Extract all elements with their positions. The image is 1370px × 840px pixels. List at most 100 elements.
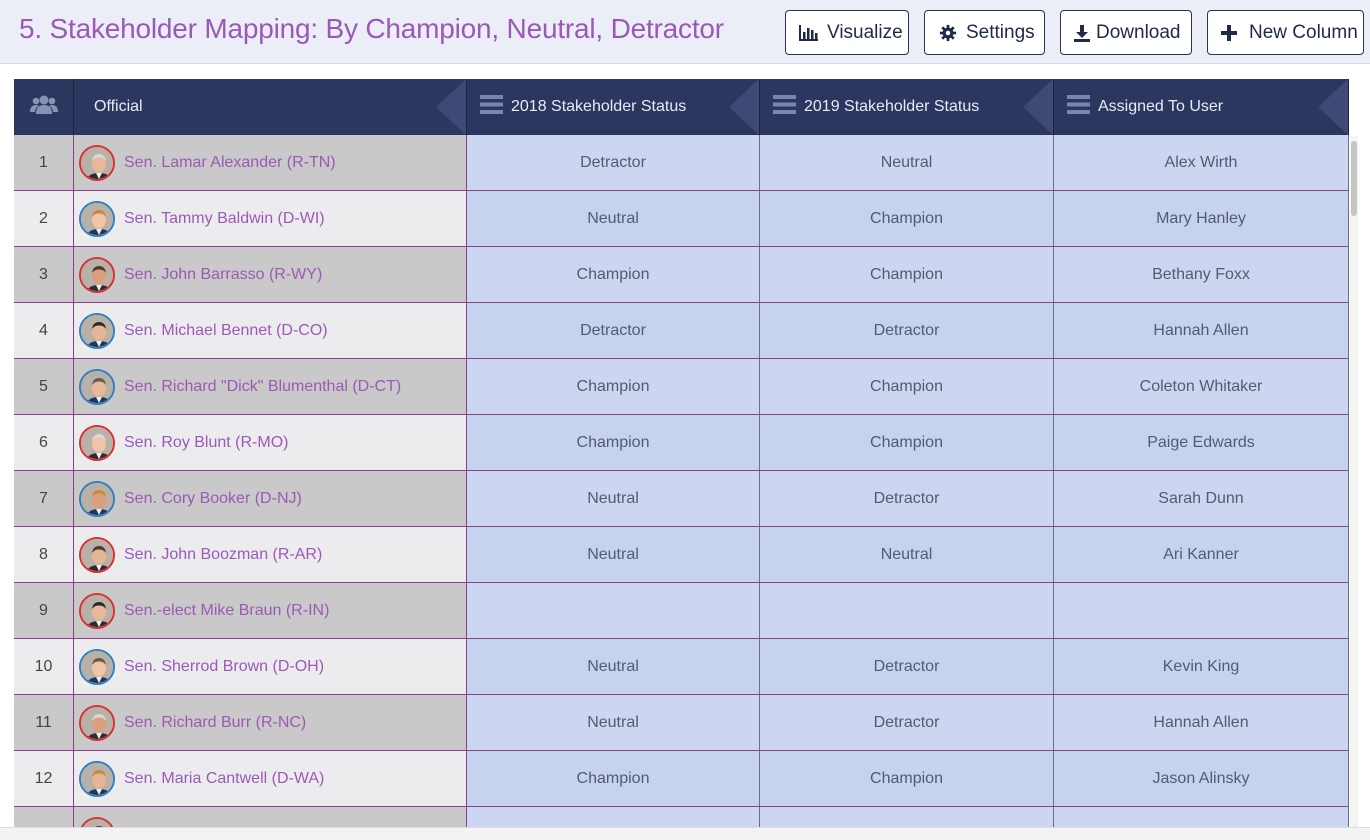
status-2018-cell[interactable]: Neutral xyxy=(467,639,760,694)
status-2019-cell[interactable]: Champion xyxy=(760,751,1054,806)
header-official-label: Official xyxy=(94,98,143,115)
official-cell[interactable]: Sen. John Barrasso (R-WY) xyxy=(74,247,467,302)
table-row[interactable]: 7 Sen. Cory Booker (D-NJ) Neutral Detractor… xyxy=(14,471,1349,527)
status-2018-cell[interactable]: Champion xyxy=(467,415,760,470)
header-2018-status[interactable]: 2018 Stakeholder Status xyxy=(467,79,760,135)
status-2019-cell[interactable]: Champion xyxy=(760,247,1054,302)
status-2019-cell[interactable]: Detractor xyxy=(760,471,1054,526)
table-row[interactable]: 4 Sen. Michael Bennet (D-CO) Detractor Detr… xyxy=(14,303,1349,359)
table-row[interactable]: 6 Sen. Roy Blunt (R-MO) Champion Champion Pa… xyxy=(14,415,1349,471)
status-2018-cell[interactable] xyxy=(467,807,760,827)
official-avatar xyxy=(79,200,115,237)
official-cell[interactable]: Sen. Richard "Dick" Blumenthal (D-CT) xyxy=(74,359,467,414)
official-cell[interactable]: Sen. Sherrod Brown (D-OH) xyxy=(74,639,467,694)
row-number: 9 xyxy=(14,583,74,638)
settings-label: Settings xyxy=(966,21,1035,43)
assigned-user-cell[interactable]: Jason Alinsky xyxy=(1054,751,1349,806)
official-name-link[interactable]: Sen. Roy Blunt (R-MO) xyxy=(124,434,288,452)
column-resize-handle[interactable] xyxy=(1023,79,1053,135)
status-2019-cell[interactable]: Detractor xyxy=(760,303,1054,358)
official-name-link[interactable]: Sen. John Barrasso (R-WY) xyxy=(124,266,322,284)
table-row[interactable]: 2 Sen. Tammy Baldwin (D-WI) Neutral Champio… xyxy=(14,191,1349,247)
assigned-user-cell[interactable]: Kevin King xyxy=(1054,639,1349,694)
assigned-user-cell[interactable]: Paige Edwards xyxy=(1054,415,1349,470)
new-column-button[interactable]: New Column xyxy=(1207,10,1364,55)
official-name-link[interactable]: Sen. Richard Burr (R-NC) xyxy=(124,714,306,732)
official-cell[interactable]: Sen. John Boozman (R-AR) xyxy=(74,527,467,582)
status-2019-cell[interactable]: Champion xyxy=(760,415,1054,470)
assigned-user-cell[interactable]: Alex Wirth xyxy=(1054,135,1349,190)
official-cell[interactable]: Sen.-elect Mike Braun (R-IN) xyxy=(74,583,467,638)
official-avatar xyxy=(79,536,115,573)
status-2018-cell[interactable]: Detractor xyxy=(467,303,760,358)
status-2019-cell[interactable]: Champion xyxy=(760,191,1054,246)
official-cell[interactable]: Sen. Michael Bennet (D-CO) xyxy=(74,303,467,358)
column-menu-icon[interactable] xyxy=(773,95,796,119)
official-name-link[interactable]: Sen. John Boozman (R-AR) xyxy=(124,546,322,564)
official-name-link[interactable]: Sen. Lamar Alexander (R-TN) xyxy=(124,154,336,172)
status-2018-cell[interactable]: Neutral xyxy=(467,527,760,582)
official-cell[interactable]: Sen. Cory Booker (D-NJ) xyxy=(74,471,467,526)
visualize-button[interactable]: Visualize xyxy=(785,10,909,55)
status-2018-cell[interactable]: Neutral xyxy=(467,471,760,526)
status-2019-cell[interactable] xyxy=(760,583,1054,638)
official-name-link[interactable]: Sen. Sherrod Brown (D-OH) xyxy=(124,658,324,676)
table-row[interactable]: 3 Sen. John Barrasso (R-WY) Champion Champi… xyxy=(14,247,1349,303)
official-cell[interactable]: Sen. Lamar Alexander (R-TN) xyxy=(74,135,467,190)
official-cell[interactable] xyxy=(74,807,467,827)
status-2018-cell[interactable]: Champion xyxy=(467,247,760,302)
official-cell[interactable]: Sen. Maria Cantwell (D-WA) xyxy=(74,751,467,806)
column-menu-icon[interactable] xyxy=(1067,95,1090,119)
header-official[interactable]: Official xyxy=(74,79,467,135)
assigned-user-cell[interactable] xyxy=(1054,807,1349,827)
official-name-link[interactable]: Sen. Michael Bennet (D-CO) xyxy=(124,322,328,340)
assigned-user-cell[interactable]: Hannah Allen xyxy=(1054,303,1349,358)
status-2019-cell[interactable]: Neutral xyxy=(760,135,1054,190)
column-resize-handle[interactable] xyxy=(1318,79,1348,135)
status-2018-cell[interactable] xyxy=(467,583,760,638)
table-row[interactable]: 10 Sen. Sherrod Brown (D-OH) Neutral Detrac… xyxy=(14,639,1349,695)
official-name-link[interactable]: Sen.-elect Mike Braun (R-IN) xyxy=(124,602,329,620)
header-assigned-user[interactable]: Assigned To User xyxy=(1054,79,1349,135)
table-row[interactable]: 8 Sen. John Boozman (R-AR) Neutral Neutral A… xyxy=(14,527,1349,583)
status-2019-cell[interactable]: Neutral xyxy=(760,527,1054,582)
official-cell[interactable]: Sen. Tammy Baldwin (D-WI) xyxy=(74,191,467,246)
vertical-scrollbar[interactable] xyxy=(1350,136,1358,828)
header-2019-status[interactable]: 2019 Stakeholder Status xyxy=(760,79,1054,135)
assigned-user-cell[interactable]: Hannah Allen xyxy=(1054,695,1349,750)
status-2018-cell[interactable]: Champion xyxy=(467,751,760,806)
download-button[interactable]: Download xyxy=(1060,10,1192,55)
status-2018-cell[interactable]: Neutral xyxy=(467,191,760,246)
assigned-user-cell[interactable]: Coleton Whitaker xyxy=(1054,359,1349,414)
table-row[interactable]: 9 Sen.-elect Mike Braun (R-IN) xyxy=(14,583,1349,639)
status-2019-cell[interactable]: Champion xyxy=(760,359,1054,414)
column-resize-handle[interactable] xyxy=(436,79,466,135)
status-2019-cell[interactable]: Detractor xyxy=(760,639,1054,694)
column-menu-icon[interactable] xyxy=(480,95,503,119)
official-name-link[interactable]: Sen. Richard "Dick" Blumenthal (D-CT) xyxy=(124,378,401,396)
status-2019-cell[interactable] xyxy=(760,807,1054,827)
status-2018-cell[interactable]: Detractor xyxy=(467,135,760,190)
scrollbar-thumb[interactable] xyxy=(1351,141,1357,216)
table-row[interactable]: 11 Sen. Richard Burr (R-NC) Neutral Detract… xyxy=(14,695,1349,751)
assigned-user-cell[interactable]: Ari Kanner xyxy=(1054,527,1349,582)
official-name-link[interactable]: Sen. Tammy Baldwin (D-WI) xyxy=(124,210,325,228)
table-row[interactable] xyxy=(14,807,1349,827)
table-row[interactable]: 1 Sen. Lamar Alexander (R-TN) Detractor Neu… xyxy=(14,135,1349,191)
status-2018-cell[interactable]: Neutral xyxy=(467,695,760,750)
column-resize-handle[interactable] xyxy=(729,79,759,135)
status-2018-cell[interactable]: Champion xyxy=(467,359,760,414)
assigned-user-cell[interactable]: Bethany Foxx xyxy=(1054,247,1349,302)
settings-button[interactable]: Settings xyxy=(924,10,1045,55)
official-cell[interactable]: Sen. Richard Burr (R-NC) xyxy=(74,695,467,750)
status-2019-cell[interactable]: Detractor xyxy=(760,695,1054,750)
assigned-user-cell[interactable] xyxy=(1054,583,1349,638)
assigned-user-cell[interactable]: Mary Hanley xyxy=(1054,191,1349,246)
official-name-link[interactable]: Sen. Cory Booker (D-NJ) xyxy=(124,490,302,508)
table-row[interactable]: 5 Sen. Richard "Dick" Blumenthal (D-CT) Ch… xyxy=(14,359,1349,415)
official-cell[interactable]: Sen. Roy Blunt (R-MO) xyxy=(74,415,467,470)
official-avatar xyxy=(79,312,115,349)
table-row[interactable]: 12 Sen. Maria Cantwell (D-WA) Champion Cham… xyxy=(14,751,1349,807)
official-name-link[interactable]: Sen. Maria Cantwell (D-WA) xyxy=(124,770,324,788)
assigned-user-cell[interactable]: Sarah Dunn xyxy=(1054,471,1349,526)
